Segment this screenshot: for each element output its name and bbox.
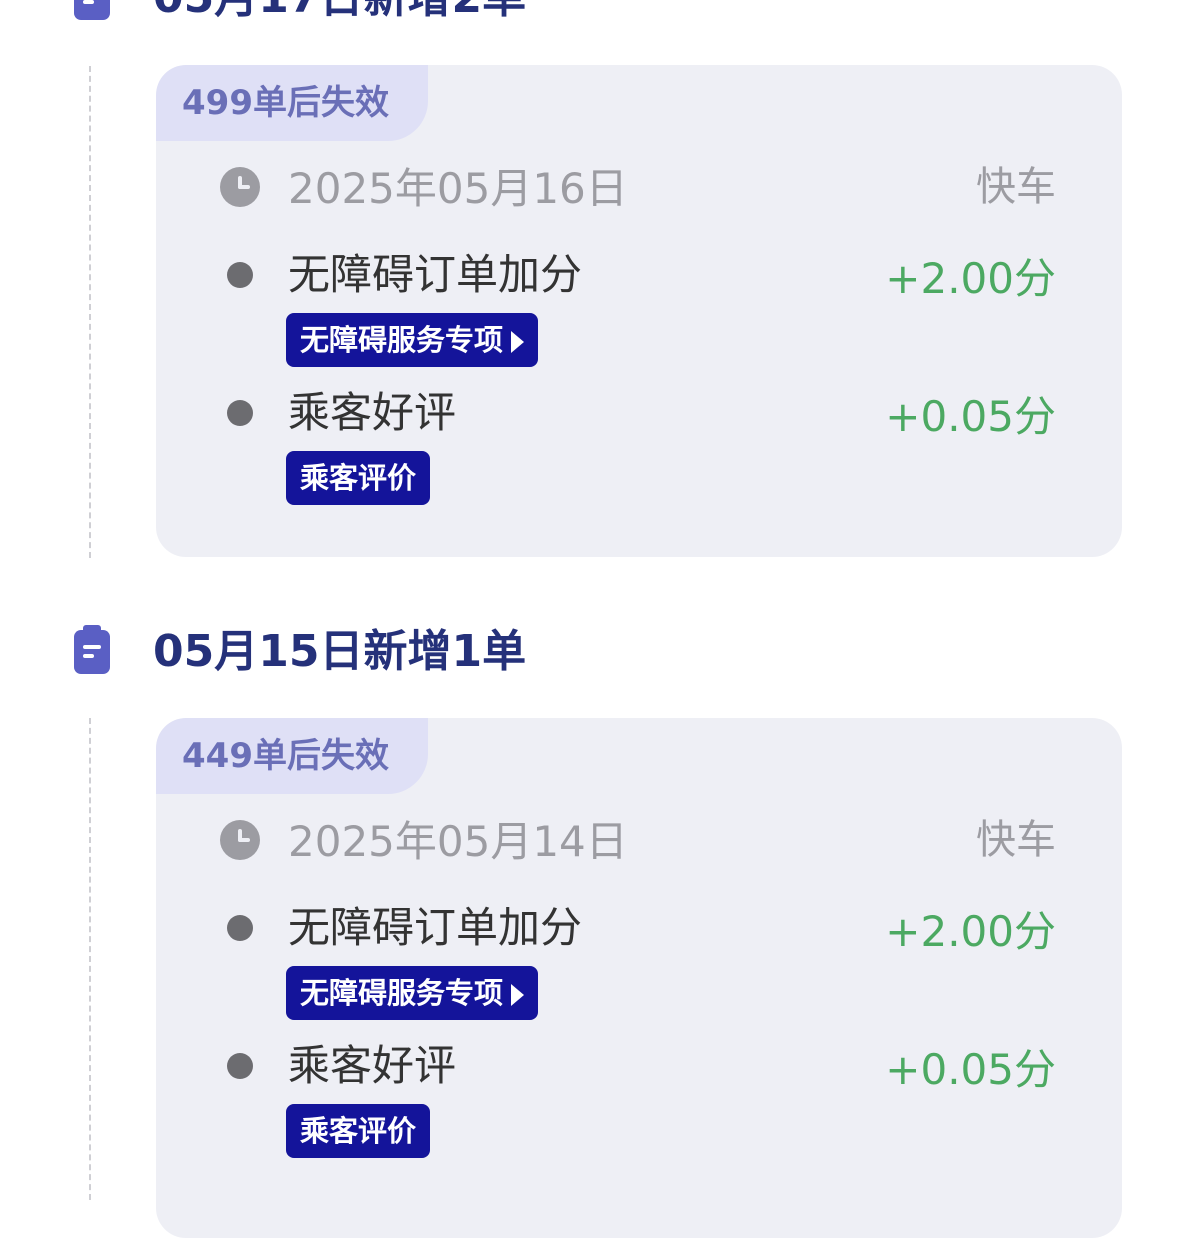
- expiry-tag: 499单后失效: [156, 65, 428, 141]
- order-date: 2025年05月14日: [288, 817, 628, 866]
- tag-label: 乘客评价: [300, 1114, 417, 1148]
- order-card[interactable]: 449单后失效 2025年05月14日 快车 无障碍订单加分 +2.00分 无障…: [156, 718, 1122, 1238]
- passenger-review-tag[interactable]: 乘客评价: [286, 451, 431, 505]
- passenger-review-tag[interactable]: 乘客评价: [286, 1104, 431, 1158]
- tag-label: 无障碍服务专项: [300, 976, 504, 1010]
- service-type: 快车: [976, 164, 1056, 210]
- expiry-tag: 449单后失效: [156, 718, 428, 794]
- accessibility-service-tag[interactable]: 无障碍服务专项: [286, 966, 539, 1020]
- play-arrow-icon: [511, 984, 525, 1006]
- score-value: +0.05分: [885, 1045, 1056, 1094]
- group-header: 05月15日新增1单: [0, 625, 1200, 690]
- document-icon: [74, 625, 110, 674]
- timeline-divider: [89, 718, 91, 1200]
- group-title: 05月17日新增2单: [153, 0, 526, 28]
- accessibility-service-tag[interactable]: 无障碍服务专项: [286, 313, 539, 367]
- clock-icon: [220, 167, 260, 207]
- score-value: +0.05分: [885, 392, 1056, 441]
- timeline-divider: [89, 66, 91, 558]
- bullet-dot-icon: [227, 400, 253, 426]
- play-arrow-icon: [511, 331, 525, 353]
- bullet-dot-icon: [227, 915, 253, 941]
- group-title: 05月15日新增1单: [153, 626, 527, 677]
- score-item-title: 乘客好评: [288, 1041, 457, 1090]
- score-item-title: 乘客好评: [288, 388, 457, 437]
- order-date: 2025年05月16日: [288, 164, 628, 213]
- group-header: 05月17日新增2单: [0, 0, 1200, 36]
- document-icon: [74, 0, 110, 20]
- service-type: 快车: [976, 817, 1056, 863]
- score-item-title: 无障碍订单加分: [288, 250, 583, 299]
- bullet-dot-icon: [227, 262, 253, 288]
- bullet-dot-icon: [227, 1053, 253, 1079]
- order-card[interactable]: 499单后失效 2025年05月16日 快车 无障碍订单加分 +2.00分 无障…: [156, 65, 1122, 557]
- score-value: +2.00分: [885, 907, 1056, 956]
- clock-icon: [220, 820, 260, 860]
- score-value: +2.00分: [885, 254, 1056, 303]
- tag-label: 无障碍服务专项: [300, 323, 504, 357]
- score-item-title: 无障碍订单加分: [288, 903, 583, 952]
- tag-label: 乘客评价: [300, 461, 417, 495]
